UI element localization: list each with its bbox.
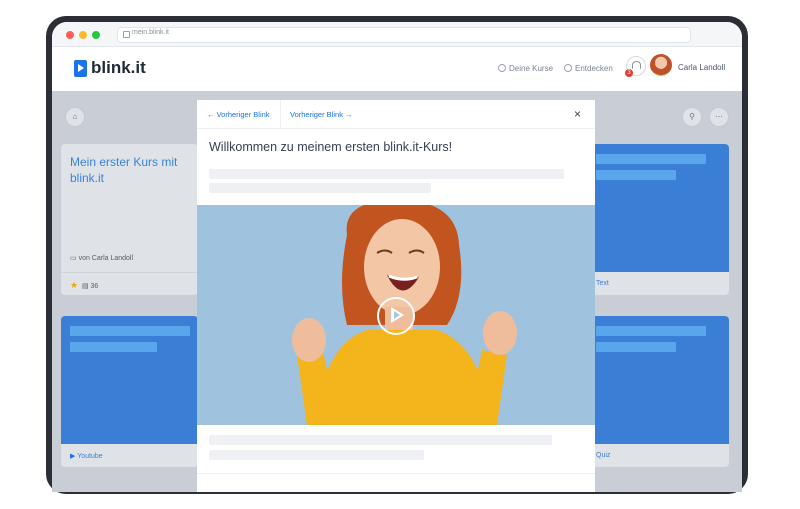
address-bar[interactable]: mein.blink.it — [117, 27, 691, 43]
logo-text[interactable]: blink.it — [91, 58, 146, 78]
blink-count: 36 — [90, 283, 99, 290]
url-text: mein.blink.it — [132, 29, 169, 36]
modal-header: ← Vorheriger Blink Vorheriger Blink → × — [197, 100, 595, 129]
nav-entdecken[interactable]: Entdecken — [564, 64, 613, 73]
course-stats: ★ ▤ 36 — [70, 280, 99, 290]
youtube-icon: ▶ — [70, 453, 76, 460]
minimize-window-button[interactable] — [79, 31, 87, 39]
text-placeholder — [209, 435, 552, 445]
maximize-window-button[interactable] — [92, 31, 100, 39]
text-placeholder — [209, 169, 564, 179]
nav-label: Deine Kurse — [509, 64, 554, 73]
search-icon[interactable]: ⚲ — [682, 107, 702, 127]
blink-card-youtube[interactable]: ▶ Youtube — [61, 316, 198, 467]
author-label: von Carla Landoll — [78, 255, 134, 262]
avatar[interactable] — [650, 54, 672, 76]
next-blink-link[interactable]: Vorheriger Blink → — [290, 110, 353, 119]
user-name[interactable]: Carla Landoll — [678, 63, 725, 72]
card-type-text: Youtube — [77, 453, 103, 460]
course-card[interactable]: Mein erster Kurs mit blink.it ▭ von Carl… — [61, 144, 198, 295]
home-icon — [498, 64, 506, 72]
nav-label: Entdecken — [575, 64, 613, 73]
previous-blink-link[interactable]: ← Vorheriger Blink — [207, 110, 270, 119]
blink-card-quiz[interactable]: Quiz — [592, 316, 729, 467]
author-meta: ▭ von Carla Landoll — [70, 255, 134, 262]
divider — [280, 100, 281, 128]
blink-card-text[interactable]: Text — [592, 144, 729, 295]
card-type-label: ▶ Youtube — [70, 452, 103, 460]
card-title-bar — [596, 326, 706, 336]
notification-badge: 3 — [625, 69, 633, 77]
card-type-label: Text — [596, 280, 609, 287]
close-window-button[interactable] — [66, 31, 74, 39]
screen: mein.blink.it blink.it Deine Kurse Entde… — [52, 22, 742, 492]
modal-title: Willkommen zu meinem ersten blink.it-Kur… — [209, 140, 453, 154]
card-title-bar — [70, 342, 157, 352]
blink-modal: ← Vorheriger Blink Vorheriger Blink → × … — [197, 100, 595, 492]
browser-chrome: mein.blink.it — [52, 22, 742, 47]
nav-deine-kurse[interactable]: Deine Kurse — [498, 64, 553, 73]
card-title-bar — [596, 154, 706, 164]
more-icon[interactable]: ⋯ — [709, 107, 729, 127]
card-title-bar — [596, 170, 676, 180]
home-button[interactable]: ⌂ — [65, 107, 85, 127]
text-placeholder — [209, 183, 431, 193]
star-icon: ★ — [70, 280, 79, 290]
card-title-bar — [70, 326, 190, 336]
video-thumbnail[interactable] — [197, 205, 595, 425]
compass-icon — [564, 64, 572, 72]
blink-logo-icon[interactable] — [74, 60, 87, 77]
text-placeholder — [209, 450, 424, 460]
card-type-label: Quiz — [596, 452, 611, 459]
app-header: blink.it Deine Kurse Entdecken 3 Carla L… — [52, 47, 742, 91]
divider — [197, 473, 595, 474]
divider — [61, 272, 198, 273]
card-title-bar — [596, 342, 676, 352]
play-icon[interactable] — [377, 297, 415, 335]
close-icon[interactable]: × — [574, 107, 581, 121]
course-title: Mein erster Kurs mit blink.it — [70, 155, 178, 185]
lock-icon — [123, 31, 130, 38]
